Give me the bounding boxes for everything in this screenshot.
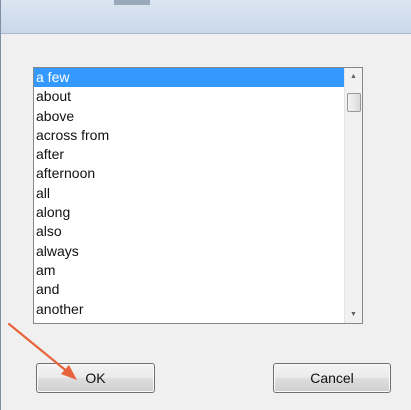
list-item[interactable]: a few [34,68,344,88]
vertical-scrollbar[interactable]: ▲ ▼ [344,68,362,323]
chevron-up-icon[interactable]: ▲ [345,68,362,85]
list-item[interactable]: am [34,261,344,280]
list-items-container: a few about above across from after afternoon… [34,68,344,323]
cancel-button[interactable]: Cancel [273,363,391,393]
list-item[interactable]: also [34,222,344,241]
chevron-down-icon[interactable]: ▼ [345,306,362,323]
dialog-window: a few about above across from after afternoon… [0,0,411,410]
scrollbar-thumb[interactable] [347,93,361,112]
list-item[interactable]: across from [34,126,344,145]
ok-button[interactable]: OK [36,363,155,393]
list-item[interactable]: above [34,107,344,126]
list-item[interactable]: another [34,300,344,319]
title-bar[interactable] [1,0,411,34]
list-item[interactable]: afternoon [34,164,344,183]
list-item[interactable]: after [34,145,344,164]
title-bar-fragment [114,0,150,5]
list-item[interactable]: always [34,242,344,261]
word-listbox[interactable]: a few about above across from after afternoon… [33,67,363,324]
list-item[interactable]: all [34,184,344,203]
list-item[interactable]: about [34,87,344,106]
list-item[interactable]: and [34,280,344,299]
list-item[interactable]: along [34,203,344,222]
